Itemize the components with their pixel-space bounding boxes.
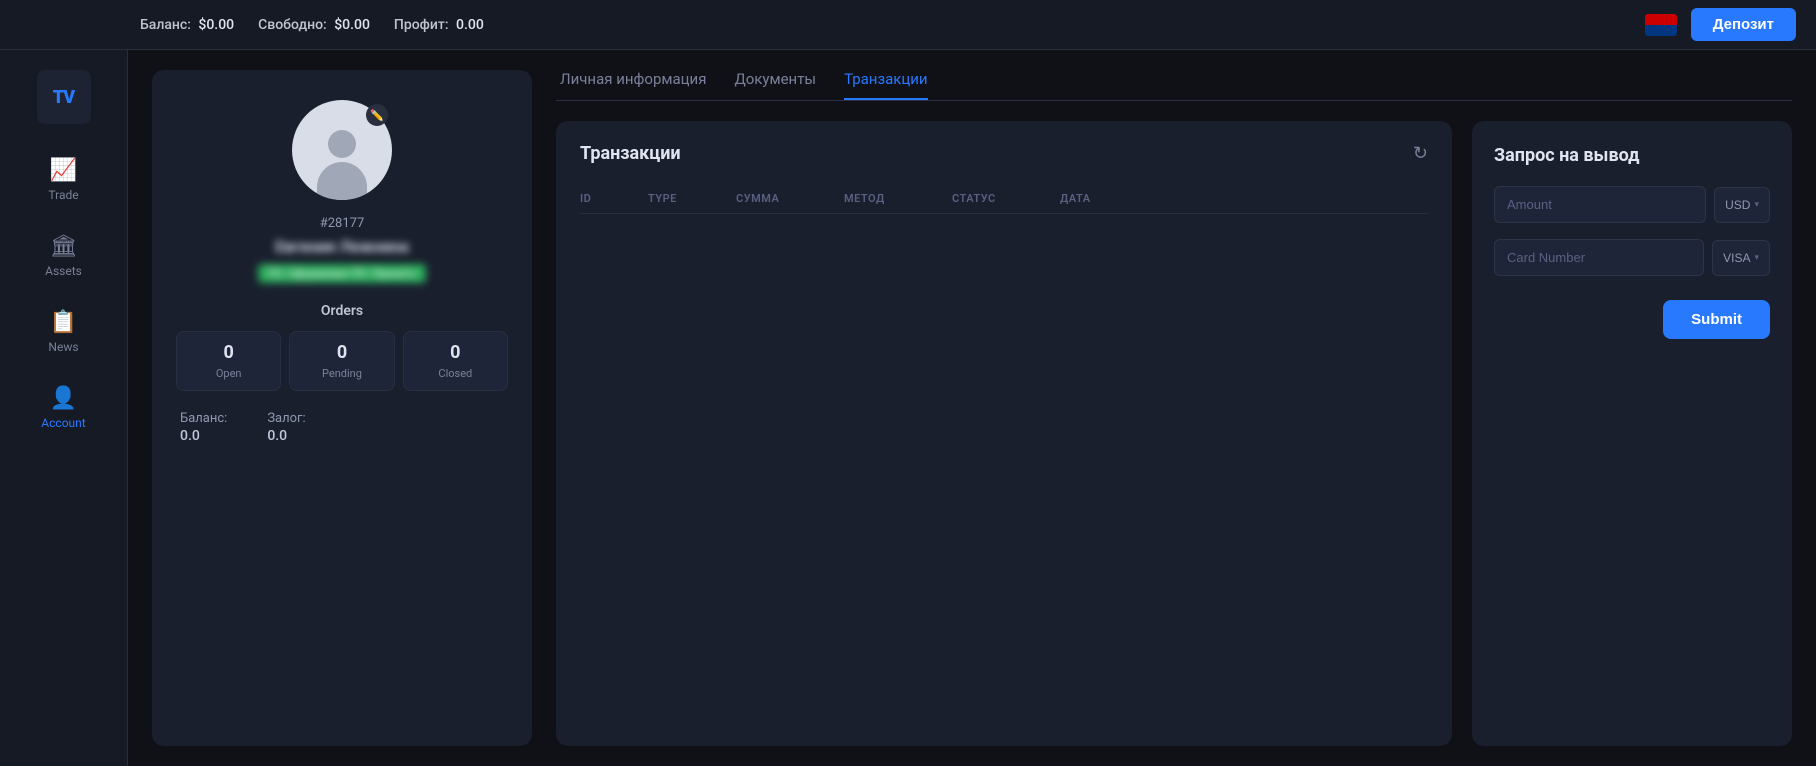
currency-dropdown[interactable]: USD ▾ <box>1714 187 1770 223</box>
card-row: VISA ▾ <box>1494 239 1770 276</box>
account-icon: 👤 <box>50 388 77 410</box>
withdrawal-title: Запрос на вывод <box>1494 145 1770 166</box>
deposit-item: Залог: 0.0 <box>267 411 305 444</box>
pending-label: Pending <box>322 367 362 380</box>
sidebar-label-account: Account <box>41 416 85 430</box>
balance-label: Баланс: <box>180 411 227 426</box>
col-id: ID <box>580 192 640 205</box>
transactions-panel: Транзакции ↻ ID TYPE СУММА МЕТОД СТАТУС … <box>556 121 1452 746</box>
table-header: ID TYPE СУММА МЕТОД СТАТУС ДАТА <box>580 184 1428 214</box>
main-layout: TV 📈 Trade 🏛 Assets 📋 News 👤 Account <box>0 50 1816 766</box>
balance-value: 0.0 <box>180 428 227 444</box>
deposit-button[interactable]: Депозит <box>1691 8 1796 41</box>
col-method: МЕТОД <box>844 192 944 205</box>
sidebar-label-trade: Trade <box>48 188 78 202</box>
sidebar: TV 📈 Trade 🏛 Assets 📋 News 👤 Account <box>0 50 128 766</box>
chevron-down-icon: ▾ <box>1754 199 1759 210</box>
col-status: СТАТУС <box>952 192 1052 205</box>
profile-card: ✏️ #28177 Евгения Лежнина ПС: Сформован … <box>152 70 532 746</box>
right-section: Личная информация Документы Транзакции Т… <box>556 70 1792 746</box>
closed-count: 0 <box>450 342 460 363</box>
sidebar-label-assets: Assets <box>45 264 82 278</box>
pending-count: 0 <box>337 342 347 363</box>
panels-row: Транзакции ↻ ID TYPE СУММА МЕТОД СТАТУС … <box>556 121 1792 746</box>
open-count: 0 <box>224 342 234 363</box>
news-icon: 📋 <box>50 312 77 334</box>
user-name: Евгения Лежнина <box>275 237 409 256</box>
sidebar-item-assets[interactable]: 🏛 Assets <box>0 224 127 290</box>
avatar-wrap: ✏️ <box>292 100 392 200</box>
amount-input[interactable] <box>1494 186 1706 223</box>
edit-avatar-button[interactable]: ✏️ <box>366 104 388 126</box>
col-date: ДАТА <box>1060 192 1428 205</box>
trade-icon: 📈 <box>50 160 77 182</box>
avatar-body <box>317 162 367 200</box>
avatar-person <box>312 130 372 200</box>
user-tag: ПС: Сформован ПС: Принято <box>258 264 426 283</box>
col-amount: СУММА <box>736 192 836 205</box>
balance-stat: Баланс: $0.00 <box>140 17 234 33</box>
transactions-title: Транзакции <box>580 143 681 164</box>
topbar: Баланс: $0.00 Свободно: $0.00 Профит: 0.… <box>0 0 1816 50</box>
card-number-input[interactable] <box>1494 239 1704 276</box>
refresh-button[interactable]: ↻ <box>1413 143 1428 164</box>
open-label: Open <box>216 367 242 380</box>
orders-title: Orders <box>176 303 508 319</box>
col-type: TYPE <box>648 192 728 205</box>
topbar-right: Депозит <box>1645 8 1796 41</box>
topbar-stats: Баланс: $0.00 Свободно: $0.00 Профит: 0.… <box>140 17 484 33</box>
chevron-down-icon-card: ▾ <box>1754 252 1759 263</box>
orders-grid: 0 Open 0 Pending 0 Closed <box>176 331 508 391</box>
logo-text: TV <box>53 87 74 108</box>
balance-item: Баланс: 0.0 <box>180 411 227 444</box>
deposit-label: Залог: <box>267 411 305 426</box>
logo: TV <box>37 70 91 124</box>
sidebar-item-trade[interactable]: 📈 Trade <box>0 148 127 214</box>
order-open: 0 Open <box>176 331 281 391</box>
assets-icon: 🏛 <box>50 236 78 258</box>
withdrawal-panel: Запрос на вывод USD ▾ VISA ▾ <box>1472 121 1792 746</box>
avatar-head <box>328 130 356 158</box>
amount-row: USD ▾ <box>1494 186 1770 223</box>
free-stat: Свободно: $0.00 <box>258 17 370 33</box>
tab-bar: Личная информация Документы Транзакции <box>556 70 1792 101</box>
profit-stat: Профит: 0.00 <box>394 17 484 33</box>
orders-section: Orders 0 Open 0 Pending 0 Closed <box>176 303 508 391</box>
card-type-value: VISA <box>1723 251 1750 265</box>
content: ✏️ #28177 Евгения Лежнина ПС: Сформован … <box>128 50 1816 766</box>
language-flag[interactable] <box>1645 14 1677 36</box>
balance-row: Баланс: 0.0 Залог: 0.0 <box>176 411 306 444</box>
sidebar-label-news: News <box>48 340 78 354</box>
deposit-value: 0.0 <box>267 428 305 444</box>
panel-header: Транзакции ↻ <box>580 143 1428 164</box>
user-id: #28177 <box>320 216 365 231</box>
currency-value: USD <box>1725 198 1750 212</box>
sidebar-item-account[interactable]: 👤 Account <box>0 376 127 442</box>
tab-personal-info[interactable]: Личная информация <box>560 70 706 100</box>
order-pending: 0 Pending <box>289 331 394 391</box>
order-closed: 0 Closed <box>403 331 508 391</box>
sidebar-item-news[interactable]: 📋 News <box>0 300 127 366</box>
closed-label: Closed <box>438 367 472 380</box>
card-type-dropdown[interactable]: VISA ▾ <box>1712 240 1770 276</box>
submit-button[interactable]: Submit <box>1663 300 1770 339</box>
tab-documents[interactable]: Документы <box>734 70 816 100</box>
tab-transactions[interactable]: Транзакции <box>844 70 927 100</box>
